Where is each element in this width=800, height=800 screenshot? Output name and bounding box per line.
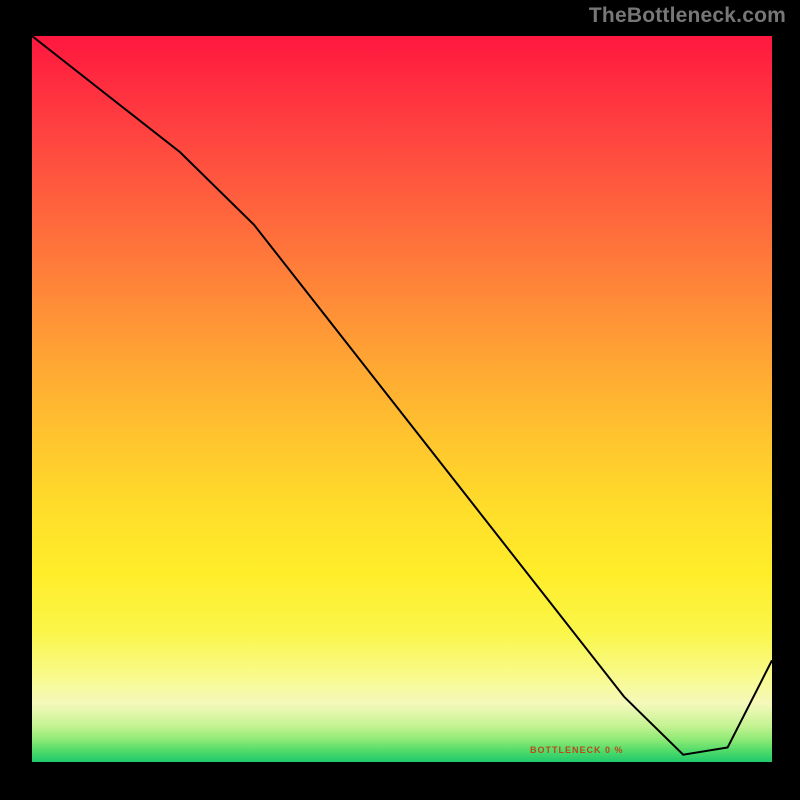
watermark-text: TheBottleneck.com [589,4,786,28]
curve-svg [32,36,772,762]
bottleneck-curve [32,36,772,755]
gradient-background: BOTTLENECK 0 % [32,36,772,762]
chart-stage: TheBottleneck.com BOTTLENECK 0 % [0,0,800,800]
plot-area: BOTTLENECK 0 % [22,30,778,778]
